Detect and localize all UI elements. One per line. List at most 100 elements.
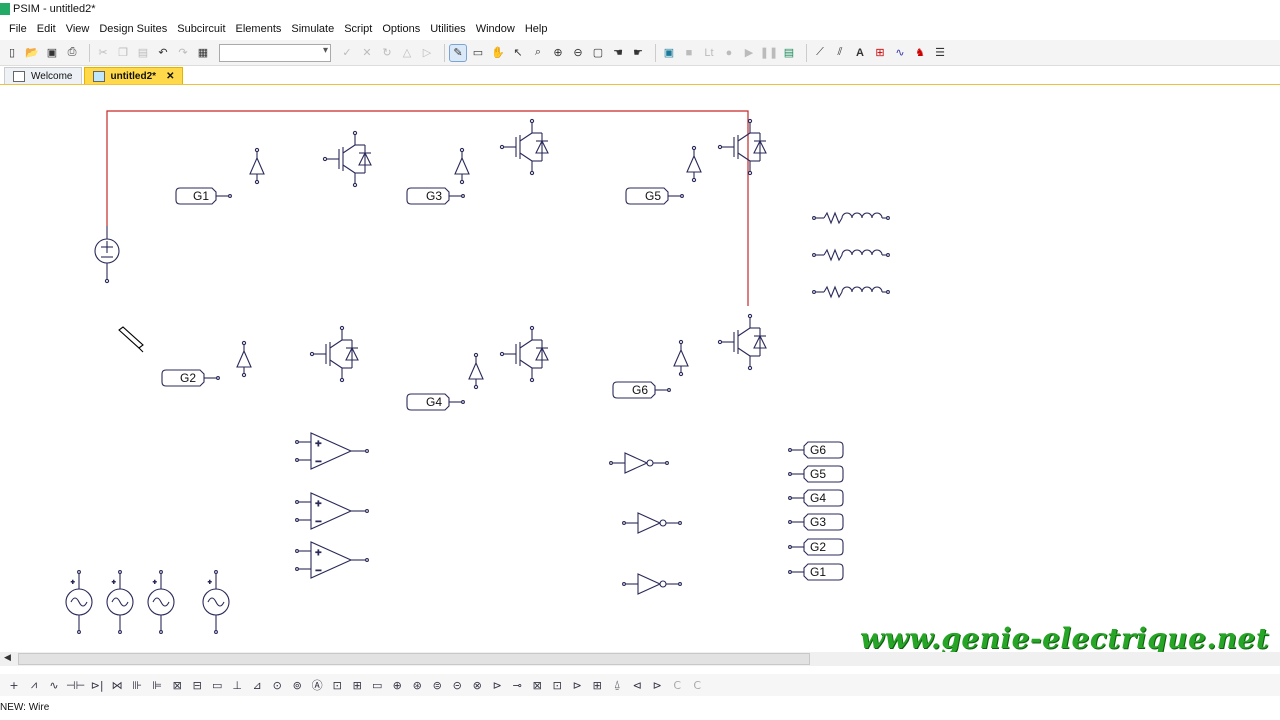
text-icon[interactable]: A	[852, 45, 868, 61]
not-gate-1[interactable]	[609, 452, 669, 474]
mirror-icon[interactable]: ▷	[419, 45, 435, 61]
on-off-controller-3[interactable]	[454, 147, 470, 185]
node-icon[interactable]: ⊕	[389, 677, 405, 693]
label-el-icon[interactable]: ▭	[369, 677, 385, 693]
and-gate-icon[interactable]: ⊳	[649, 677, 665, 693]
on-off-controller-5[interactable]	[686, 145, 702, 183]
label-icon[interactable]: ▭	[470, 45, 486, 61]
load-inductor-a[interactable]	[812, 212, 890, 224]
voltmeter-icon[interactable]: ⊞	[349, 677, 365, 693]
menu-utilities[interactable]: Utilities	[425, 23, 470, 35]
igbt-s6[interactable]	[717, 313, 767, 371]
probe2-icon[interactable]: ⫽	[832, 45, 848, 61]
x-icon[interactable]: ✕	[359, 45, 375, 61]
gain-icon[interactable]: ⊳	[569, 677, 585, 693]
menu-file[interactable]: File	[4, 23, 32, 35]
isource-icon[interactable]: ⊚	[289, 677, 305, 693]
grey-icon[interactable]: ■	[681, 45, 697, 61]
load-inductor-c[interactable]	[812, 286, 890, 298]
flip-icon[interactable]: △	[399, 45, 415, 61]
element-combo[interactable]	[219, 43, 331, 62]
capacitor-icon[interactable]: ⊣⊢	[66, 677, 85, 693]
scroll-left-icon[interactable]: ◀	[4, 652, 11, 663]
stop-hand-icon[interactable]: ☛	[630, 45, 646, 61]
menu-elements[interactable]: Elements	[231, 23, 287, 35]
menu-help[interactable]: Help	[520, 23, 553, 35]
list-icon[interactable]: ☰	[932, 45, 948, 61]
ramp-icon[interactable]: ⊿	[249, 677, 265, 693]
check-icon[interactable]: ✓	[339, 45, 355, 61]
ac-source-el-icon[interactable]: ⊛	[409, 677, 425, 693]
probe-el-icon[interactable]: ⊸	[509, 677, 525, 693]
onoff-el-icon[interactable]: ⍙	[609, 677, 625, 693]
mosfet-icon[interactable]: ⊫	[149, 677, 165, 693]
scope-icon[interactable]: ▤	[781, 45, 797, 61]
ammeter-el-icon[interactable]: Ⓐ	[309, 677, 325, 693]
on-off-controller-6[interactable]	[673, 339, 689, 377]
cut-icon[interactable]: ✂	[95, 45, 111, 61]
run-icon[interactable]: ▣	[661, 45, 677, 61]
hand-icon[interactable]: ☚	[610, 45, 626, 61]
new-icon[interactable]: ▯	[4, 45, 20, 61]
comparator-2[interactable]	[295, 492, 369, 530]
copy-icon[interactable]: ❐	[115, 45, 131, 61]
horizontal-scrollbar[interactable]: ◀	[0, 652, 1280, 666]
bridge-icon[interactable]: ⊠	[169, 677, 185, 693]
dc-bus-wire[interactable]	[106, 110, 749, 306]
save-icon[interactable]: ▣	[44, 45, 60, 61]
zoom-in-icon[interactable]: ⊕	[550, 45, 566, 61]
c-icon-1[interactable]: C	[669, 677, 685, 693]
igbt-s4[interactable]	[499, 325, 549, 383]
load-inductor-b[interactable]	[812, 249, 890, 261]
pulse-icon[interactable]: ⊥	[229, 677, 245, 693]
pan-icon[interactable]: ✋	[490, 45, 506, 61]
ammeter-icon[interactable]: ⊞	[872, 45, 888, 61]
lt-icon[interactable]: Lt	[701, 45, 717, 61]
igbt-s1[interactable]	[322, 130, 372, 188]
ac-source-4[interactable]	[202, 570, 230, 634]
comparator-1[interactable]	[295, 432, 369, 470]
zoom-out-icon[interactable]: ⊖	[570, 45, 586, 61]
print-icon[interactable]: ⎙	[64, 45, 80, 61]
paste-icon[interactable]: ▤	[135, 45, 151, 61]
pause-icon[interactable]: ❚❚	[760, 45, 778, 61]
menu-edit[interactable]: Edit	[32, 23, 61, 35]
comparator-3[interactable]	[295, 541, 369, 579]
igbt-s2[interactable]	[309, 325, 359, 383]
menu-window[interactable]: Window	[471, 23, 520, 35]
integrator-icon[interactable]: ⊞	[589, 677, 605, 693]
dc-voltage-source[interactable]	[94, 226, 120, 284]
not-gate-3[interactable]	[622, 573, 682, 595]
scrollbar-thumb[interactable]	[18, 653, 810, 665]
open-icon[interactable]: 📂	[24, 45, 40, 61]
select-icon[interactable]: ↖	[510, 45, 526, 61]
menu-view[interactable]: View	[61, 23, 95, 35]
resistor-icon[interactable]: ⩘	[26, 677, 42, 693]
thyristor-icon[interactable]: ⋈	[109, 677, 125, 693]
inductor-icon[interactable]: ∿	[46, 677, 62, 693]
circle-icon[interactable]: ●	[721, 45, 737, 61]
c-icon-2[interactable]: C	[689, 677, 705, 693]
menu-simulate[interactable]: Simulate	[286, 23, 339, 35]
menu-options[interactable]: Options	[377, 23, 425, 35]
animal-icon[interactable]: ♞	[912, 45, 928, 61]
on-off-controller-2[interactable]	[236, 340, 252, 378]
logic-el-icon[interactable]: ⊲	[629, 677, 645, 693]
zoom-icon[interactable]: ⌕	[530, 45, 546, 61]
fit-icon[interactable]: ▢	[590, 45, 606, 61]
schematic-canvas[interactable]: + − +	[0, 86, 1280, 652]
rotate-icon[interactable]: ↻	[379, 45, 395, 61]
not-gate-2[interactable]	[622, 512, 682, 534]
igbt-s3[interactable]	[499, 118, 549, 176]
menu-script[interactable]: Script	[339, 23, 377, 35]
undo-icon[interactable]: ↶	[155, 45, 171, 61]
diode-icon[interactable]: ⊳|	[89, 677, 105, 693]
close-tab-icon[interactable]: ✕	[166, 71, 174, 82]
wire-icon[interactable]: ✎	[449, 43, 467, 62]
ac-source-3[interactable]	[147, 570, 175, 634]
summer-icon[interactable]: ⊠	[529, 677, 545, 693]
transformer-icon[interactable]: ▭	[209, 677, 225, 693]
ac-source-2[interactable]	[106, 570, 134, 634]
clipboard-icon[interactable]: ▦	[195, 45, 211, 61]
dc-source-el-icon[interactable]: ⊜	[429, 677, 445, 693]
